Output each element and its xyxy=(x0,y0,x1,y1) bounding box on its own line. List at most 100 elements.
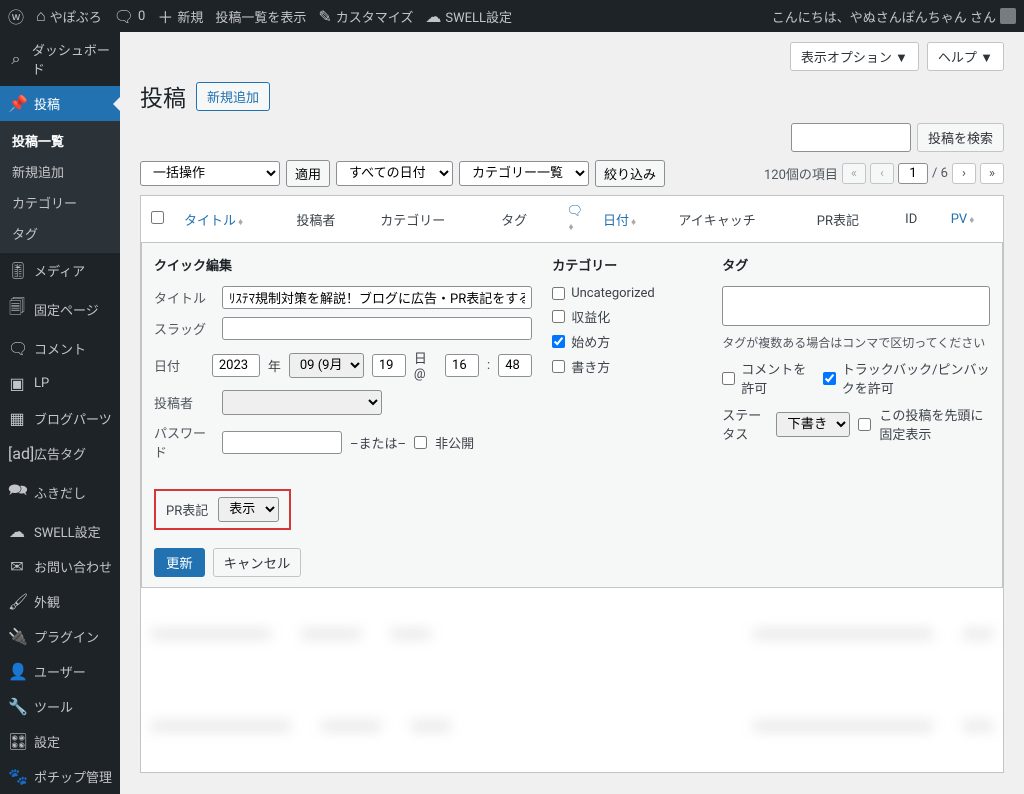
menu-fukidashi[interactable]: 🗪ふきだし xyxy=(0,471,120,514)
select-all-checkbox[interactable] xyxy=(151,211,164,224)
minute-input[interactable] xyxy=(498,354,532,377)
title-label: タイトル xyxy=(154,288,214,307)
pr-select[interactable]: 表示 xyxy=(218,497,279,522)
allow-ping-checkbox[interactable] xyxy=(823,372,836,385)
menu-pages[interactable]: 🗐固定ページ xyxy=(0,288,120,331)
allow-comments-checkbox[interactable] xyxy=(722,372,735,385)
day-input[interactable] xyxy=(372,354,406,377)
private-checkbox[interactable] xyxy=(414,436,427,449)
update-button[interactable]: 更新 xyxy=(154,548,205,577)
menu-tools[interactable]: 🔧ツール xyxy=(0,689,120,724)
menu-lp[interactable]: ▣LP xyxy=(0,366,120,401)
category-checkbox[interactable] xyxy=(552,335,565,348)
submenu-all-posts[interactable]: 投稿一覧 xyxy=(0,125,120,156)
new-link[interactable]: ＋新規 xyxy=(157,4,203,28)
next-page-button[interactable]: › xyxy=(952,163,976,184)
col-comments[interactable]: 🗨♦ xyxy=(556,196,593,243)
comment-bubble-icon: 🗨 xyxy=(566,204,583,219)
col-category: カテゴリー xyxy=(370,196,491,243)
comment-icon: 🗨 xyxy=(8,339,26,358)
menu-pochip[interactable]: 🐾ポチップ管理 xyxy=(0,759,120,794)
first-page-button[interactable]: « xyxy=(842,163,866,184)
menu-dashboard[interactable]: ⌕ダッシュボード xyxy=(0,32,120,86)
category-checkbox[interactable] xyxy=(552,310,565,323)
page-total: / 6 xyxy=(932,166,948,181)
date-label: 日付 xyxy=(154,356,204,375)
menu-users[interactable]: 👤ユーザー xyxy=(0,654,120,689)
tags-input[interactable] xyxy=(722,286,990,326)
menu-contact[interactable]: ✉お問い合わせ xyxy=(0,549,120,584)
category-option[interactable]: 書き方 xyxy=(552,357,702,376)
apply-button[interactable]: 適用 xyxy=(286,160,330,187)
category-filter-select[interactable]: カテゴリー一覧 xyxy=(459,161,589,186)
month-select[interactable]: 09 (9月) xyxy=(289,353,364,378)
page-input[interactable] xyxy=(898,163,928,184)
page-icon: 🗐 xyxy=(8,296,26,323)
add-new-button[interactable]: 新規追加 xyxy=(196,82,270,111)
submenu-new-post[interactable]: 新規追加 xyxy=(0,156,120,187)
col-date[interactable]: 日付♦ xyxy=(593,196,668,243)
brush-icon: 🖌 xyxy=(8,592,26,611)
filter-button[interactable]: 絞り込み xyxy=(595,160,665,187)
cloud-icon: ☁ xyxy=(8,522,26,541)
user-icon: 👤 xyxy=(8,662,26,681)
menu-media[interactable]: 🎚メディア xyxy=(0,253,120,288)
title-input[interactable] xyxy=(222,286,532,309)
search-input[interactable] xyxy=(791,123,911,152)
slug-input[interactable] xyxy=(222,317,532,340)
items-count: 120個の項目 xyxy=(764,164,838,183)
slider-icon: 🎛 xyxy=(8,732,26,751)
help-button[interactable]: ヘルプ ▼ xyxy=(927,42,1004,71)
hour-input[interactable] xyxy=(445,354,479,377)
wp-logo[interactable]: ⓦ xyxy=(8,4,24,28)
password-input[interactable] xyxy=(222,431,342,454)
cancel-button[interactable]: キャンセル xyxy=(213,548,302,577)
greeting[interactable]: こんにちは、やぬさんぽんちゃん さん xyxy=(772,7,1016,26)
slug-label: スラッグ xyxy=(154,319,214,338)
avatar-icon xyxy=(1000,8,1016,24)
category-checkbox[interactable] xyxy=(552,360,565,373)
show-posts-link[interactable]: 投稿一覧を表示 xyxy=(215,7,306,26)
col-pr: PR表記 xyxy=(807,196,895,243)
categories-heading: カテゴリー xyxy=(552,255,702,274)
col-title[interactable]: タイトル♦ xyxy=(174,196,286,243)
lp-icon: ▣ xyxy=(8,374,26,393)
menu-comments[interactable]: 🗨コメント xyxy=(0,331,120,366)
menu-settings[interactable]: 🎛設定 xyxy=(0,724,120,759)
submenu-tags[interactable]: タグ xyxy=(0,218,120,249)
prev-page-button[interactable]: ‹ xyxy=(870,163,894,184)
sticky-checkbox[interactable] xyxy=(858,418,871,431)
tags-heading: タグ xyxy=(722,255,990,274)
search-button[interactable]: 投稿を検索 xyxy=(917,123,1004,152)
status-select[interactable]: 下書き xyxy=(776,412,850,437)
screen-options-button[interactable]: 表示オプション ▼ xyxy=(790,42,919,71)
bulk-action-select[interactable]: 一括操作 xyxy=(140,161,280,186)
mail-icon: ✉ xyxy=(8,557,26,576)
comments-link[interactable]: 🗨0 xyxy=(114,7,146,26)
menu-posts[interactable]: 📌投稿 xyxy=(0,86,120,121)
category-checkbox[interactable] xyxy=(552,287,565,300)
customize-link[interactable]: ✎カスタマイズ xyxy=(318,7,413,26)
category-option[interactable]: 収益化 xyxy=(552,307,702,326)
menu-plugins[interactable]: 🔌プラグイン xyxy=(0,619,120,654)
menu-blogparts[interactable]: ▦ブログパーツ xyxy=(0,401,120,436)
table-row xyxy=(141,588,1004,680)
category-option[interactable]: Uncategorized xyxy=(552,286,702,301)
tags-help: タグが複数ある場合はコンマで区切ってください xyxy=(722,334,990,351)
menu-appearance[interactable]: 🖌外観 xyxy=(0,584,120,619)
menu-swell[interactable]: ☁SWELL設定 xyxy=(0,514,120,549)
col-tag: タグ xyxy=(491,196,556,243)
date-filter-select[interactable]: すべての日付 xyxy=(336,161,453,186)
year-input[interactable] xyxy=(212,354,260,377)
last-page-button[interactable]: » xyxy=(980,163,1004,184)
dashboard-icon: ⌕ xyxy=(8,49,24,69)
col-pv[interactable]: PV♦ xyxy=(941,196,1004,243)
menu-adtag[interactable]: [ad]広告タグ xyxy=(0,436,120,471)
site-link[interactable]: ⌂やぽぶろ xyxy=(36,6,102,26)
quick-edit-panel: クイック編集 タイトル スラッグ 日付 xyxy=(141,243,1003,588)
category-option[interactable]: 始め方 xyxy=(552,332,702,351)
swell-link[interactable]: ☁SWELL設定 xyxy=(425,7,512,26)
submenu-categories[interactable]: カテゴリー xyxy=(0,187,120,218)
author-select[interactable] xyxy=(222,390,382,415)
parts-icon: ▦ xyxy=(8,409,26,428)
